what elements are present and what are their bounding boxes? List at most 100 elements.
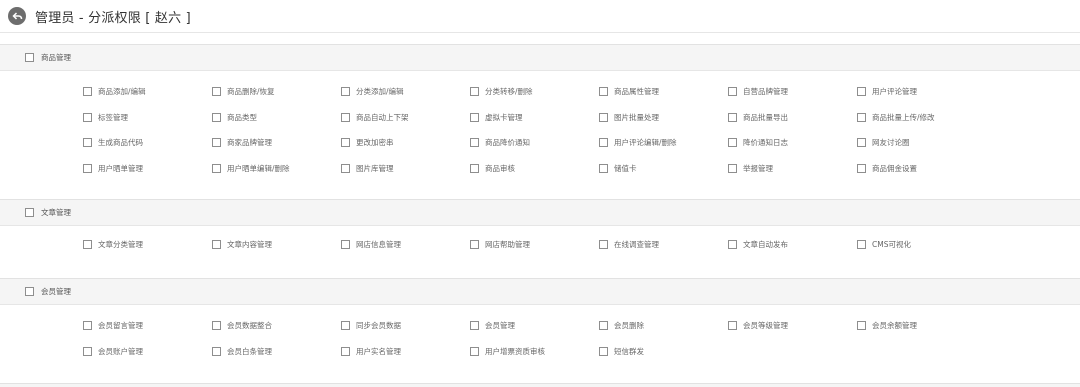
permission-checkbox[interactable] (857, 163, 866, 173)
permission-item[interactable]: 商品降价通知 (470, 137, 530, 148)
section-header[interactable]: 商品管理 (0, 45, 1080, 71)
permission-item[interactable]: 网友讨论圈 (857, 137, 910, 148)
section-select-all-checkbox[interactable] (25, 287, 34, 296)
permission-item[interactable]: 商品删除/恢复 (212, 86, 275, 97)
permission-checkbox[interactable] (599, 347, 608, 356)
permission-checkbox[interactable] (728, 138, 737, 147)
permission-checkbox[interactable] (212, 321, 221, 330)
permission-item[interactable]: 商品属性管理 (599, 86, 659, 97)
permission-item[interactable]: 会员数据整合 (212, 320, 272, 331)
permission-checkbox[interactable] (341, 347, 350, 356)
section-select-all-checkbox[interactable] (25, 208, 34, 217)
permission-item[interactable]: 会员余额管理 (857, 320, 917, 331)
permission-checkbox[interactable] (728, 112, 737, 122)
permission-checkbox[interactable] (83, 138, 92, 147)
permission-checkbox[interactable] (857, 138, 866, 147)
permission-item[interactable]: 用户增票资质审核 (470, 346, 545, 357)
permission-item[interactable]: 会员留言管理 (83, 320, 143, 331)
permission-checkbox[interactable] (212, 240, 221, 249)
permission-checkbox[interactable] (857, 321, 866, 330)
permission-item[interactable]: 商品佣金设置 (857, 163, 917, 174)
permission-checkbox[interactable] (599, 163, 608, 173)
permission-item[interactable]: 商品类型 (212, 112, 257, 123)
permission-checkbox[interactable] (83, 347, 92, 356)
permission-checkbox[interactable] (599, 138, 608, 147)
permission-item[interactable]: 商品添加/编辑 (83, 86, 146, 97)
permission-checkbox[interactable] (83, 87, 92, 96)
permission-item[interactable]: CMS可视化 (857, 239, 911, 250)
permission-checkbox[interactable] (728, 321, 737, 330)
section-header[interactable]: 会员管理 (0, 279, 1080, 305)
permission-checkbox[interactable] (212, 138, 221, 147)
permission-item[interactable]: 自营品牌管理 (728, 86, 788, 97)
permission-item[interactable]: 网店帮助管理 (470, 239, 530, 250)
permission-checkbox[interactable] (341, 87, 350, 96)
permission-item[interactable]: 文章自动发布 (728, 239, 788, 250)
permission-item[interactable]: 文章内容管理 (212, 239, 272, 250)
permission-checkbox[interactable] (83, 321, 92, 330)
permission-item[interactable]: 商家品牌管理 (212, 137, 272, 148)
permission-checkbox[interactable] (857, 112, 866, 122)
permission-item[interactable]: 在线调查管理 (599, 239, 659, 250)
permission-item[interactable]: 用户评论管理 (857, 86, 917, 97)
permission-checkbox[interactable] (599, 112, 608, 122)
permission-checkbox[interactable] (599, 240, 608, 249)
permission-item[interactable]: 用户评论编辑/删除 (599, 137, 677, 148)
permission-checkbox[interactable] (470, 112, 479, 122)
back-button[interactable] (8, 7, 26, 25)
permission-checkbox[interactable] (83, 112, 92, 122)
permission-checkbox[interactable] (728, 87, 737, 96)
permission-item[interactable]: 商品批量上传/修改 (857, 112, 935, 123)
permission-checkbox[interactable] (470, 87, 479, 96)
permission-checkbox[interactable] (728, 163, 737, 173)
permission-item[interactable]: 用户晒单管理 (83, 163, 143, 174)
permission-checkbox[interactable] (341, 112, 350, 122)
permission-checkbox[interactable] (599, 87, 608, 96)
section-select-all-checkbox[interactable] (25, 53, 34, 62)
permission-item[interactable]: 商品审核 (470, 163, 515, 174)
permission-item[interactable]: 标签管理 (83, 112, 128, 123)
permission-item[interactable]: 图片批量处理 (599, 112, 659, 123)
permission-item[interactable]: 商品批量导出 (728, 112, 788, 123)
permission-checkbox[interactable] (599, 321, 608, 330)
permission-checkbox[interactable] (83, 163, 92, 173)
permission-item[interactable]: 举报管理 (728, 163, 773, 174)
permission-checkbox[interactable] (341, 138, 350, 147)
permission-checkbox[interactable] (857, 240, 866, 249)
permission-checkbox[interactable] (470, 138, 479, 147)
permission-checkbox[interactable] (341, 163, 350, 173)
permission-item[interactable]: 同步会员数据 (341, 320, 401, 331)
permission-checkbox[interactable] (212, 347, 221, 356)
permission-checkbox[interactable] (212, 112, 221, 122)
permission-checkbox[interactable] (857, 87, 866, 96)
permission-checkbox[interactable] (728, 240, 737, 249)
permission-checkbox[interactable] (470, 163, 479, 173)
permission-item[interactable]: 商品自动上下架 (341, 112, 409, 123)
permission-checkbox[interactable] (83, 240, 92, 249)
permission-item[interactable]: 短信群发 (599, 346, 644, 357)
permission-checkbox[interactable] (470, 347, 479, 356)
permission-item[interactable]: 图片库管理 (341, 163, 394, 174)
permission-item[interactable]: 网店信息管理 (341, 239, 401, 250)
permission-item[interactable]: 会员删除 (599, 320, 644, 331)
permission-item[interactable]: 用户实名管理 (341, 346, 401, 357)
permission-item[interactable]: 分类转移/删除 (470, 86, 533, 97)
permission-item[interactable]: 储值卡 (599, 163, 637, 174)
permission-item[interactable]: 用户晒单编辑/删除 (212, 163, 290, 174)
permission-checkbox[interactable] (341, 240, 350, 249)
section-header[interactable]: 文章管理 (0, 200, 1080, 226)
permission-item[interactable]: 更改加密串 (341, 137, 394, 148)
permission-item[interactable]: 生成商品代码 (83, 137, 143, 148)
permission-item[interactable]: 会员等级管理 (728, 320, 788, 331)
permission-checkbox[interactable] (212, 87, 221, 96)
permission-item[interactable]: 会员账户管理 (83, 346, 143, 357)
permission-item[interactable]: 降价通知日志 (728, 137, 788, 148)
permission-item[interactable]: 会员管理 (470, 320, 515, 331)
permission-item[interactable]: 分类添加/编辑 (341, 86, 404, 97)
permission-item[interactable]: 会员白条管理 (212, 346, 272, 357)
permission-checkbox[interactable] (212, 163, 221, 173)
permission-checkbox[interactable] (470, 240, 479, 249)
permission-item[interactable]: 文章分类管理 (83, 239, 143, 250)
permission-checkbox[interactable] (341, 321, 350, 330)
permission-checkbox[interactable] (470, 321, 479, 330)
